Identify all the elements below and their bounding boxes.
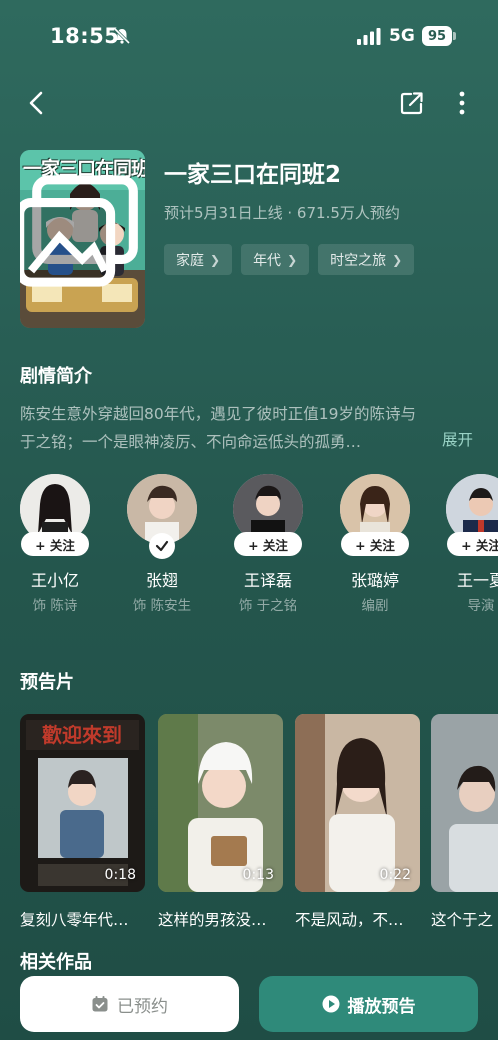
trailer-card[interactable]: 0:22 不是风动，不…: [295, 714, 420, 930]
follow-button[interactable]: + 关注: [21, 532, 89, 556]
trailers-title: 预告片: [20, 672, 74, 693]
follow-button[interactable]: + 关注: [341, 532, 409, 556]
trailer-thumbnail[interactable]: [431, 714, 498, 892]
cast-member[interactable]: + 关注 张璐婷 编剧: [320, 474, 430, 614]
bell-mute-icon: [113, 27, 131, 45]
chevron-right-icon: ❯: [287, 252, 298, 267]
status-time: 18:55: [50, 24, 120, 48]
release-info: 预计5月31日上线 · 671.5万人预约: [164, 204, 400, 222]
tag-label: 时空之旅: [330, 252, 387, 269]
synopsis-text: 陈安生意外穿越回80年代，遇见了彼时正值19岁的陈诗与 于之铭；一个是眼神凌厉、…: [20, 400, 480, 456]
trailer-card[interactable]: 这个于之: [431, 714, 498, 930]
tag-era[interactable]: 年代 ❯: [241, 244, 310, 275]
show-poster[interactable]: 一家三口在同班2: [20, 150, 145, 328]
synopsis-title: 剧情简介: [20, 366, 92, 387]
tag-family[interactable]: 家庭 ❯: [164, 244, 233, 275]
reserved-button[interactable]: 已预约: [20, 976, 239, 1032]
back-icon[interactable]: [22, 88, 52, 118]
cast-role: 饰 陈安生: [132, 598, 192, 614]
trailer-duration: 0:18: [104, 867, 136, 883]
cast-role: 编剧: [361, 598, 389, 614]
chevron-right-icon: ❯: [210, 252, 221, 267]
synopsis-line: 陈安生意外穿越回80年代，遇见了彼时正值19岁的陈诗与: [20, 405, 416, 423]
check-icon: [155, 540, 169, 552]
status-bar: 18:55 5G 95: [0, 0, 498, 74]
cast-member[interactable]: 张翅 饰 陈安生: [107, 474, 217, 614]
chevron-right-icon: ❯: [392, 252, 403, 267]
signal-icon: [357, 28, 381, 45]
bottom-action-bar: 已预约 播放预告: [0, 965, 498, 1040]
cast-name: 王小亿: [30, 571, 79, 590]
trailer-caption: 这样的男孩没…: [158, 911, 267, 929]
more-icon[interactable]: [449, 89, 475, 117]
trailer-caption: 复刻八零年代…: [20, 911, 129, 929]
play-icon: [322, 995, 339, 1013]
trailer-caption: 不是风动，不…: [295, 911, 404, 929]
follow-button[interactable]: + 关注: [234, 532, 302, 556]
battery-icon: 95: [422, 26, 452, 46]
follow-button[interactable]: + 关注: [447, 532, 498, 556]
trailer-duration: 0:22: [379, 867, 411, 883]
tag-time-travel[interactable]: 时空之旅 ❯: [318, 244, 415, 275]
trailer-duration: 0:13: [242, 867, 274, 883]
trailer-thumbnail[interactable]: 0:13: [158, 714, 283, 892]
gallery-icon[interactable]: [20, 150, 139, 320]
tag-label: 家庭: [176, 252, 204, 269]
synopsis-line: 于之铭；一个是眼神凌厉、不向命运低头的孤勇…: [20, 433, 362, 451]
expand-link[interactable]: 展开: [442, 428, 473, 450]
trailer-card[interactable]: 0:13 这样的男孩没…: [158, 714, 283, 930]
share-icon[interactable]: [398, 89, 426, 117]
cast-name: 王译磊: [243, 571, 292, 590]
network-label: 5G: [389, 26, 415, 46]
trailer-card[interactable]: 歡迎來到 0:18 复刻八零年代…: [20, 714, 145, 930]
cast-role: 饰 陈诗: [32, 598, 78, 614]
play-trailer-label: 播放预告: [347, 996, 416, 1017]
cast-name: 张璐婷: [350, 571, 399, 590]
trailer-list: 歡迎來到 0:18 复刻八零年代… 0:13 这样的男孩没… 0:22 不是风动…: [20, 714, 498, 934]
followed-check-button[interactable]: [149, 533, 175, 559]
trailer-thumbnail[interactable]: 0:22: [295, 714, 420, 892]
battery-tip: [453, 32, 456, 40]
trailer-thumbnail[interactable]: 歡迎來到 0:18: [20, 714, 145, 892]
show-title: 一家三口在同班2: [164, 162, 342, 188]
cast-member[interactable]: + 关注 王小亿 饰 陈诗: [20, 474, 110, 614]
cast-role: 导演: [467, 598, 495, 614]
cast-name: 王一夏: [456, 571, 498, 590]
cast-member[interactable]: + 关注 王译磊 饰 于之铭: [213, 474, 323, 614]
cast-name: 张翅: [145, 571, 178, 590]
tag-label: 年代: [253, 252, 282, 269]
svg-text:歡迎來到: 歡迎來到: [42, 723, 122, 747]
play-trailer-button[interactable]: 播放预告: [259, 976, 478, 1032]
cast-list: + 关注 王小亿 饰 陈诗 张翅 饰 陈安生 + 关注 王译磊 饰 于之铭 + …: [20, 474, 498, 614]
tag-list: 家庭 ❯ 年代 ❯ 时空之旅 ❯: [164, 244, 415, 275]
trailer-caption: 这个于之: [431, 911, 494, 929]
reserved-label: 已预约: [117, 996, 168, 1017]
cast-role: 饰 于之铭: [238, 598, 298, 614]
calendar-check-icon: [92, 996, 108, 1012]
cast-member[interactable]: + 关注 王一夏 导演: [426, 474, 498, 614]
